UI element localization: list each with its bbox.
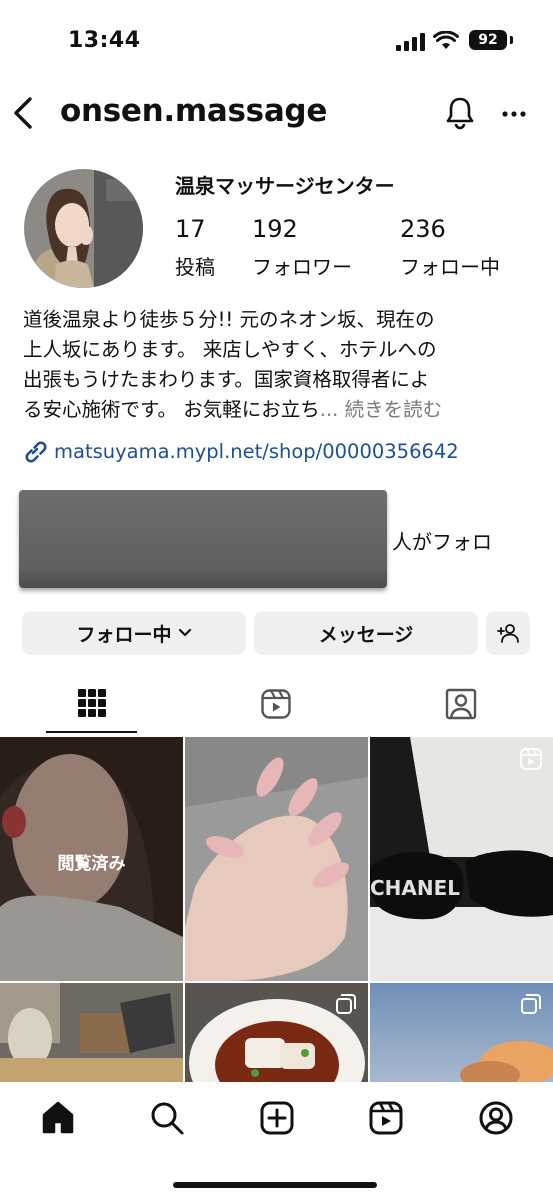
redacted-mutual-followers <box>19 490 387 588</box>
reels-icon[interactable] <box>260 688 292 720</box>
status-time: 13:44 <box>68 28 141 53</box>
home-icon[interactable] <box>40 1101 76 1135</box>
bio-ellipsis: ... <box>319 398 339 421</box>
post-image-sunglasses: CHANEL <box>370 737 553 981</box>
post-thumbnail[interactable]: CHANEL <box>370 737 553 981</box>
avatar-image <box>24 169 143 288</box>
bio-line-last: る安心施術です。 お気軽にお立ち... 続きを読む <box>23 395 533 425</box>
link-icon <box>25 441 47 463</box>
followers-count[interactable]: 192 <box>252 215 298 243</box>
message-button-label: メッセージ <box>318 623 414 646</box>
profile-link[interactable]: matsuyama.mypl.net/shop/00000356642 <box>22 438 459 464</box>
following-count[interactable]: 236 <box>400 215 446 243</box>
chanel-text: CHANEL <box>370 876 460 900</box>
posts-label[interactable]: 投稿 <box>175 251 215 280</box>
bell-icon[interactable] <box>444 96 476 130</box>
chevron-down-icon <box>178 628 191 637</box>
reel-badge-icon <box>520 748 542 770</box>
active-tab-indicator <box>46 731 137 733</box>
grid-icon[interactable] <box>78 689 106 717</box>
following-button-label: フォロー中 <box>76 623 172 646</box>
page-title: onsen.massage <box>60 93 328 129</box>
profile-icon[interactable] <box>478 1100 514 1136</box>
bio-line-text: る安心施術です。 お気軽にお立ち <box>23 398 320 421</box>
bio-line: 上人坂にあります。 来店しやすく、ホテルへの <box>23 338 437 361</box>
followed-by-text[interactable]: 人がフォロ <box>392 526 492 555</box>
bio-line: 道後温泉より徒歩５分!! 元のネオン坂、現在の <box>23 308 435 331</box>
message-button[interactable]: メッセージ <box>254 611 478 655</box>
create-icon[interactable] <box>259 1100 295 1136</box>
battery-tip <box>510 36 513 44</box>
back-arrow-icon[interactable] <box>10 96 38 130</box>
carousel-badge-icon <box>336 994 356 1014</box>
reels-icon[interactable] <box>368 1100 404 1136</box>
read-more-link[interactable]: 続きを読む <box>345 398 443 421</box>
followers-label[interactable]: フォロワー <box>252 251 352 280</box>
suggest-people-button[interactable] <box>486 611 530 655</box>
following-label[interactable]: フォロー中 <box>400 251 500 280</box>
battery-indicator: 92 <box>469 30 507 50</box>
posts-count[interactable]: 17 <box>175 215 206 243</box>
home-indicator <box>173 1182 377 1188</box>
post-thumbnail[interactable]: 閲覧済み <box>0 737 183 981</box>
signal-icon <box>396 33 425 51</box>
post-image-cafe <box>0 983 183 1082</box>
display-name: 温泉マッサージセンター <box>175 174 395 198</box>
more-options-icon[interactable] <box>501 110 527 118</box>
wifi-icon <box>433 31 459 49</box>
avatar[interactable] <box>24 169 143 288</box>
tagged-icon[interactable] <box>444 688 478 720</box>
post-thumbnail[interactable] <box>185 737 368 981</box>
post-thumbnail[interactable] <box>185 983 368 1082</box>
post-thumbnail[interactable] <box>0 983 183 1082</box>
carousel-badge-icon <box>521 994 541 1014</box>
post-image-nails <box>185 737 368 981</box>
following-button[interactable]: フォロー中 <box>22 611 246 655</box>
search-icon[interactable] <box>149 1100 185 1136</box>
add-person-icon <box>497 624 519 643</box>
post-thumbnail[interactable] <box>370 983 553 1082</box>
bio-line: 出張もうけたまわります。国家資格取得者によ <box>23 368 430 391</box>
seen-label: 閲覧済み <box>57 854 126 874</box>
posts-grid: 閲覧済み CHANEL <box>0 737 553 1082</box>
bio: 道後温泉より徒歩５分!! 元のネオン坂、現在の 上人坂にあります。 来店しやすく… <box>23 305 533 425</box>
profile-link-text[interactable]: matsuyama.mypl.net/shop/00000356642 <box>54 440 459 463</box>
